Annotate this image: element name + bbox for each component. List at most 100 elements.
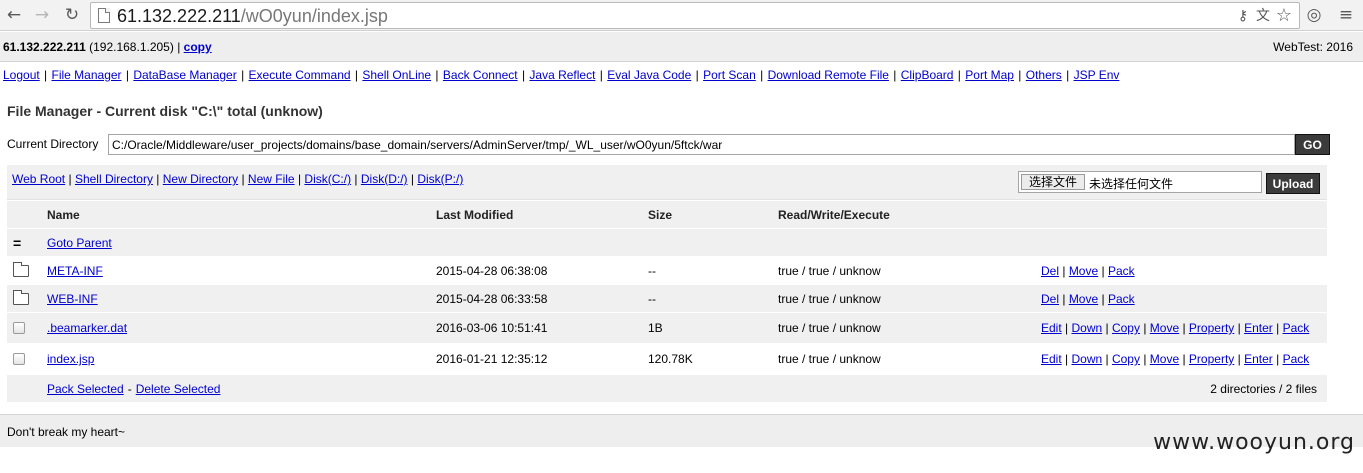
action-edit-link[interactable]: Edit [1041,352,1062,366]
action-separator: | [1234,352,1245,366]
size-cell: -- [648,291,656,306]
menu-item-port-map[interactable]: Port Map [965,68,1014,82]
permissions-cell: true / true / unknow [778,321,881,335]
permissions-cell: true / true / unknow [778,291,881,306]
menu-separator: | [237,68,248,82]
folder-icon [13,261,29,277]
action-copy-link[interactable]: Copy [1112,352,1140,366]
menu-item-back-connect[interactable]: Back Connect [443,68,518,82]
action-down-link[interactable]: Down [1071,321,1102,335]
star-icon[interactable]: ☆ [1275,7,1293,25]
header-name: Name [47,207,80,222]
extension-icon[interactable]: ◎ [1303,4,1325,26]
menu-item-eval-java-code[interactable]: Eval Java Code [607,68,691,82]
shortcut-disk-c[interactable]: Disk(C:/) [304,172,351,186]
upload-button[interactable]: Upload [1266,173,1320,194]
forward-icon[interactable]: → [31,4,53,26]
folder-name-link[interactable]: META-INF [47,264,103,278]
menu-separator: | [1014,68,1025,82]
current-directory-row: Current Directory GO [7,134,1330,155]
file-name-link[interactable]: .beamarker.dat [47,321,127,335]
action-move-link[interactable]: Move [1150,352,1179,366]
action-separator: | [1179,352,1189,366]
pack-selected-link[interactable]: Pack Selected [47,382,124,396]
menu-item-jsp-env[interactable]: JSP Env [1074,68,1120,82]
action-property-link[interactable]: Property [1189,321,1234,335]
action-enter-link[interactable]: Enter [1244,352,1273,366]
current-directory-input[interactable] [108,134,1295,155]
table-header: Name Last Modified Size Read/Write/Execu… [7,201,1327,229]
watermark: www.wooyun.org [1153,430,1355,455]
file-toolbar: Web Root | Shell Directory | New Directo… [7,165,1327,200]
shortcut-separator: | [65,172,75,186]
file-picker[interactable]: 选择文件 未选择任何文件 [1018,171,1262,193]
menu-item-shell-online[interactable]: Shell OnLine [362,68,431,82]
copy-link[interactable]: copy [184,40,212,54]
menu-item-others[interactable]: Others [1026,68,1062,82]
modified-cell: 2015-04-28 06:38:08 [436,263,548,278]
action-separator: | [1139,321,1150,335]
no-file-label: 未选择任何文件 [1089,177,1174,191]
action-move-link[interactable]: Move [1150,321,1179,335]
action-separator: | [1098,291,1108,306]
key-icon[interactable]: ⚷ [1234,7,1252,25]
go-button[interactable]: GO [1295,134,1330,155]
header-rwx: Read/Write/Execute [778,207,890,222]
action-move-link[interactable]: Move [1069,292,1098,306]
choose-file-button[interactable]: 选择文件 [1021,174,1086,190]
shortcut-disk-p[interactable]: Disk(P:/) [417,172,463,186]
size-cell: -- [648,263,656,278]
menu-separator: | [518,68,529,82]
select-checkbox[interactable] [13,353,25,365]
delete-selected-link[interactable]: Delete Selected [136,382,221,396]
menu-item-logout[interactable]: Logout [3,68,40,82]
modified-cell: 2015-04-28 06:33:58 [436,291,548,306]
action-separator: | [1139,352,1150,366]
shortcut-new-file[interactable]: New File [248,172,295,186]
translate-icon[interactable]: 文 [1254,7,1272,25]
action-move-link[interactable]: Move [1069,264,1098,278]
action-edit-link[interactable]: Edit [1041,321,1062,335]
action-del-link[interactable]: Del [1041,264,1059,278]
action-enter-link[interactable]: Enter [1244,321,1273,335]
address-bar[interactable]: 61.132.222.211/wO0yun/index.jsp ⚷ 文 ☆ [90,2,1300,29]
action-copy-link[interactable]: Copy [1112,321,1140,335]
menu-item-file-manager[interactable]: File Manager [52,68,122,82]
browser-toolbar: ← → ↻ 61.132.222.211/wO0yun/index.jsp ⚷ … [0,0,1363,31]
host-ip: 61.132.222.211 [3,40,86,54]
menu-separator: | [432,68,442,82]
action-del-link[interactable]: Del [1041,292,1059,306]
back-icon[interactable]: ← [3,4,25,26]
address-url[interactable]: 61.132.222.211/wO0yun/index.jsp [117,5,388,27]
action-pack-link[interactable]: Pack [1108,264,1135,278]
shortcut-shell-directory[interactable]: Shell Directory [75,172,153,186]
file-name-link[interactable]: index.jsp [47,352,94,366]
action-pack-link[interactable]: Pack [1283,352,1310,366]
select-checkbox[interactable] [13,322,25,334]
page-icon [98,8,110,23]
action-separator: | [1179,321,1189,335]
action-separator: | [1234,321,1245,335]
menu-item-java-reflect[interactable]: Java Reflect [529,68,595,82]
menu-item-port-scan[interactable]: Port Scan [703,68,756,82]
shortcut-disk-d[interactable]: Disk(D:/) [361,172,408,186]
shortcut-separator: | [407,172,418,186]
menu-item-clipboard[interactable]: ClipBoard [901,68,954,82]
goto-parent-link[interactable]: Goto Parent [47,236,112,250]
menu-item-download-remote-file[interactable]: Download Remote File [768,68,889,82]
action-property-link[interactable]: Property [1189,352,1234,366]
action-down-link[interactable]: Down [1071,352,1102,366]
action-pack-link[interactable]: Pack [1108,292,1135,306]
reload-icon[interactable]: ↻ [61,4,83,26]
action-pack-link[interactable]: Pack [1283,321,1310,335]
menu-item-database-manager[interactable]: DataBase Manager [133,68,236,82]
menu-separator: | [351,68,362,82]
action-separator: | [1272,321,1283,335]
menu-separator: | [1062,68,1073,82]
folder-row: WEB-INF 2015-04-28 06:33:58 -- true / true … [7,285,1327,313]
shortcut-new-directory[interactable]: New Directory [163,172,238,186]
menu-icon[interactable]: ≡ [1335,4,1357,26]
shortcut-web-root[interactable]: Web Root [12,172,65,186]
folder-name-link[interactable]: WEB-INF [47,292,98,306]
menu-item-execute-command[interactable]: Execute Command [249,68,351,82]
